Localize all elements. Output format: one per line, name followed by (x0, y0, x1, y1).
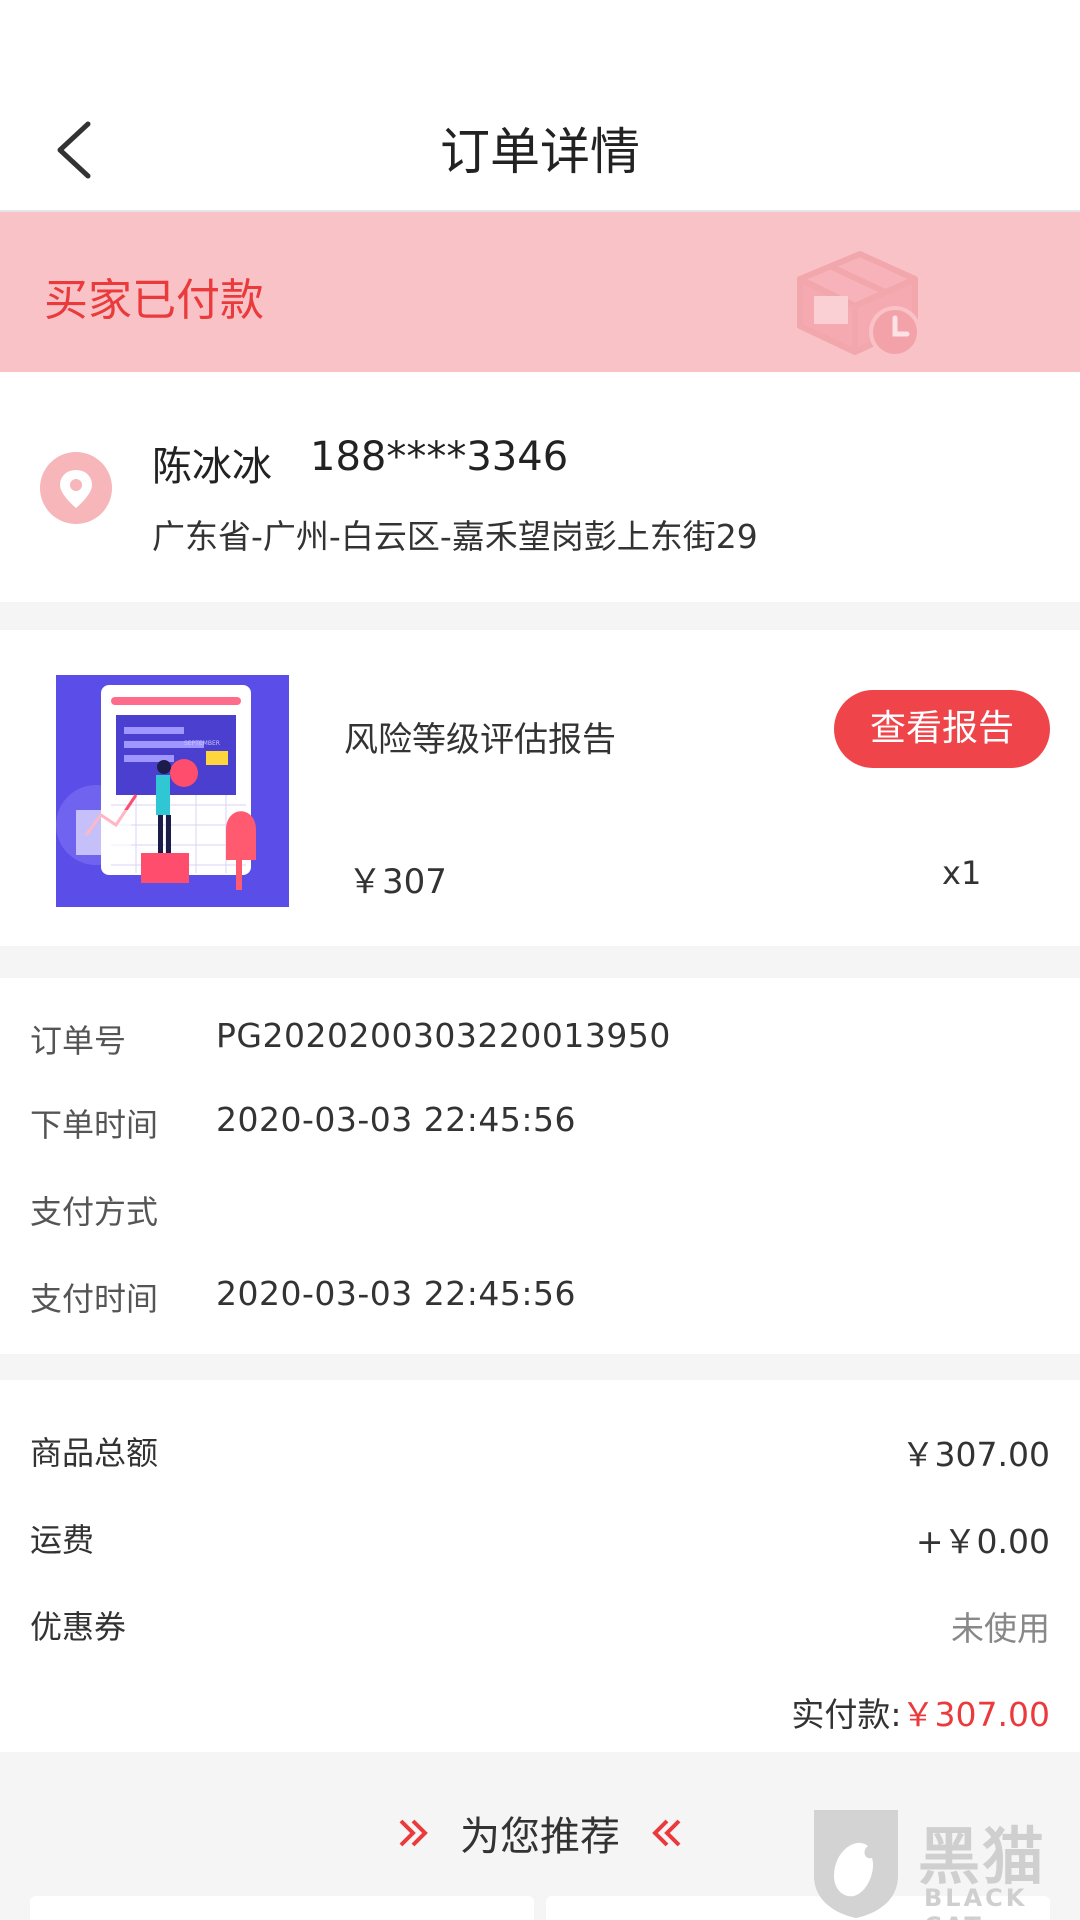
subtotal-value: ￥307.00 (901, 1435, 1050, 1474)
order-info-section: 订单号 PG2020200303220013950 下单时间 2020-03-0… (0, 978, 1080, 1354)
order-time-value: 2020-03-03 22:45:56 (216, 1100, 576, 1139)
order-status-text: 买家已付款 (44, 275, 264, 326)
nav-header: 订单详情 (0, 0, 1080, 212)
order-number-value: PG2020200303220013950 (216, 1016, 671, 1055)
coupon-label: 优惠券 (30, 1608, 127, 1646)
coupon-value[interactable]: 未使用 (951, 1602, 1050, 1650)
watermark-cn: 黑猫 (918, 1820, 1047, 1893)
view-report-button[interactable]: 查看报告 (834, 690, 1050, 768)
double-chevron-left-icon (651, 1819, 681, 1847)
recipient-name: 陈冰冰 (152, 444, 272, 490)
shipping-value: +￥0.00 (915, 1522, 1050, 1561)
product-image-text: SEPTEMBER (184, 740, 220, 747)
product-quantity: x1 (942, 854, 982, 892)
pay-time-value: 2020-03-03 22:45:56 (216, 1274, 576, 1313)
black-cat-logo (814, 1810, 898, 1918)
product-price: ￥307 (348, 862, 447, 902)
recipient-address: 广东省-广州-白云区-嘉禾望岗彭上东街29 (152, 517, 758, 556)
shipping-address-card: 陈冰冰 188****3346 广东省-广州-白云区-嘉禾望岗彭上东街29 (0, 372, 1080, 602)
order-status-banner: 买家已付款 (0, 212, 1080, 372)
product-image[interactable]: SEPTEMBER (56, 675, 289, 907)
order-time-label: 下单时间 (30, 1106, 159, 1144)
watermark-en: BLACK CAT (924, 1884, 1028, 1920)
location-pin-icon (40, 452, 112, 524)
watermark: 黑猫 BLACK CAT (806, 1806, 1080, 1920)
recommend-title: 为您推荐 (460, 1814, 620, 1860)
page-title: 订单详情 (440, 123, 640, 181)
shipping-label: 运费 (30, 1521, 95, 1559)
order-number-label: 订单号 (30, 1022, 127, 1060)
amount-summary-section: 商品总额 ￥307.00 运费 +￥0.00 优惠券 未使用 实付款:￥307.… (0, 1380, 1080, 1752)
paid-value: ￥307.00 (901, 1695, 1050, 1734)
pay-time-label: 支付时间 (30, 1280, 159, 1318)
package-clock-icon (797, 251, 921, 358)
paid-amount-row: 实付款:￥307.00 (791, 1688, 1050, 1736)
product-card: SEPTEMBER 风险等级评估报告 查看报告 ￥307 x1 (0, 630, 1080, 946)
paid-label: 实付款: (791, 1695, 902, 1734)
pay-method-label: 支付方式 (30, 1193, 159, 1231)
double-chevron-right-icon (399, 1819, 429, 1847)
recipient-phone: 188****3346 (310, 434, 569, 480)
recommend-card[interactable] (30, 1896, 534, 1920)
product-name: 风险等级评估报告 (344, 720, 616, 760)
subtotal-label: 商品总额 (30, 1434, 159, 1472)
